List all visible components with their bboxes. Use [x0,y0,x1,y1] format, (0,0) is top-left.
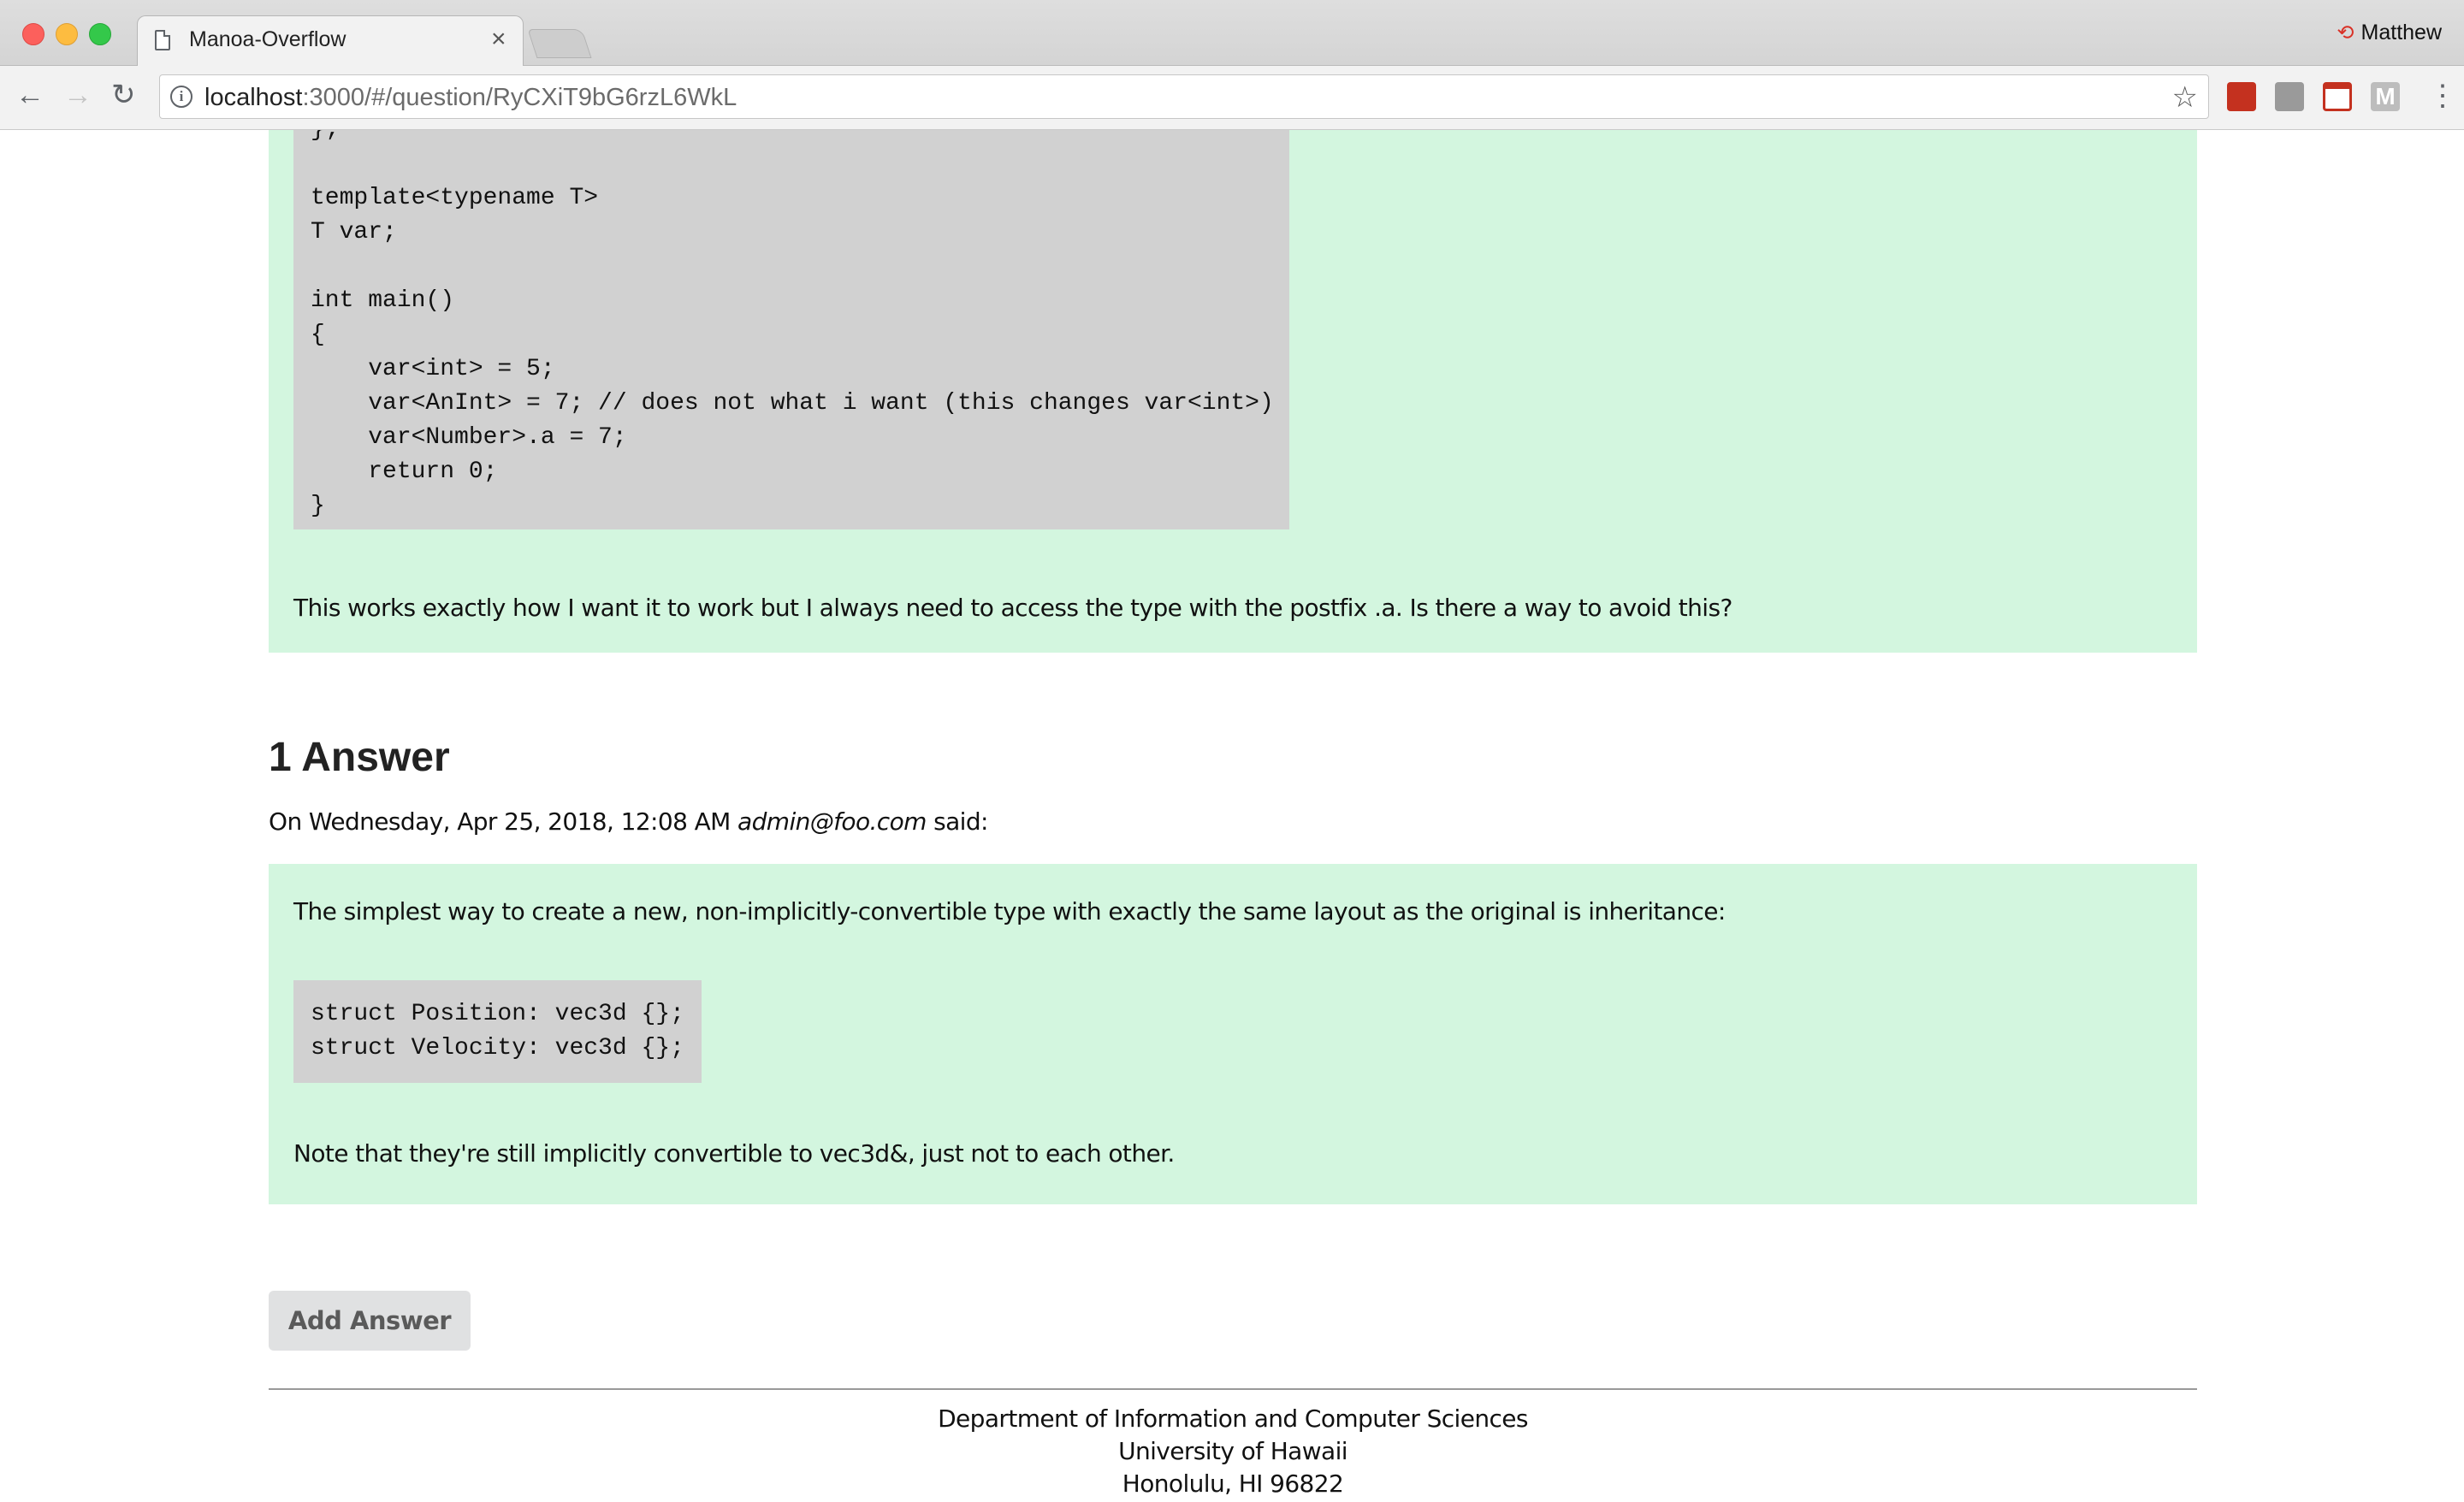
footer-line: Honolulu, HI 96822 [1122,1469,1344,1498]
extension-icon[interactable] [2275,82,2304,111]
profile-name: Matthew [2360,21,2442,44]
question-code-block: }; template<typename T> T var; int main(… [293,130,1289,529]
close-window-button[interactable] [22,23,44,45]
address-bar[interactable]: i localhost:3000/#/question/RyCXiT9bG6rz… [159,74,2209,119]
new-tab-button[interactable] [527,29,592,58]
answer-meta: On Wednesday, Apr 25, 2018, 12:08 AM adm… [269,807,988,836]
code-text: struct Position: vec3d {}; struct Veloci… [311,1001,684,1061]
browser-toolbar: ← → ↻ i localhost:3000/#/question/RyCXiT… [0,66,2464,130]
page-icon [155,30,170,50]
minimize-window-button[interactable] [56,23,78,45]
url-text[interactable]: localhost:3000/#/question/RyCXiT9bG6rzL6… [204,84,737,112]
answer-author: admin@foo.com [737,807,927,836]
calendar-extension-icon[interactable] [2323,82,2352,111]
footer-divider [269,1388,2197,1390]
add-answer-button[interactable]: Add Answer [269,1291,471,1351]
answer-note: Note that they're still implicitly conve… [293,1139,1175,1168]
question-body: }; template<typename T> T var; int main(… [269,130,2197,653]
bookmark-star-icon[interactable]: ☆ [2172,80,2198,115]
reload-icon[interactable]: ↻ [111,78,136,112]
tab-close-icon[interactable]: × [491,25,506,54]
profile-button[interactable]: ⟲ Matthew [2337,21,2442,45]
footer-line: University of Hawaii [1118,1437,1348,1465]
answers-heading: 1 Answer [269,735,450,780]
extension-m-icon[interactable]: M [2371,82,2400,111]
code-text: }; template<typename T> T var; int main(… [311,130,1274,519]
browser-tab-strip: Manoa-Overflow × ⟲ Matthew [0,0,2464,67]
forward-icon[interactable]: → [63,78,92,112]
answer-body: The simplest way to create a new, non-im… [269,864,2197,1204]
sync-icon: ⟲ [2337,21,2354,44]
footer: Department of Information and Computer S… [269,1403,2197,1500]
question-text: This works exactly how I want it to work… [293,594,1732,622]
info-icon[interactable]: i [170,86,192,108]
answer-text: The simplest way to create a new, non-im… [293,897,1726,925]
tab-title: Manoa-Overflow [189,27,346,51]
answer-code-block: struct Position: vec3d {}; struct Veloci… [293,980,702,1083]
back-icon[interactable]: ← [15,78,44,112]
page-content: }; template<typename T> T var; int main(… [0,130,2464,1502]
maximize-window-button[interactable] [89,23,111,45]
menu-dots-icon[interactable]: ⋮ [2428,79,2457,113]
browser-tab[interactable]: Manoa-Overflow × [137,15,524,67]
footer-line: Department of Information and Computer S… [938,1404,1528,1433]
extension-icon[interactable] [2227,82,2256,111]
